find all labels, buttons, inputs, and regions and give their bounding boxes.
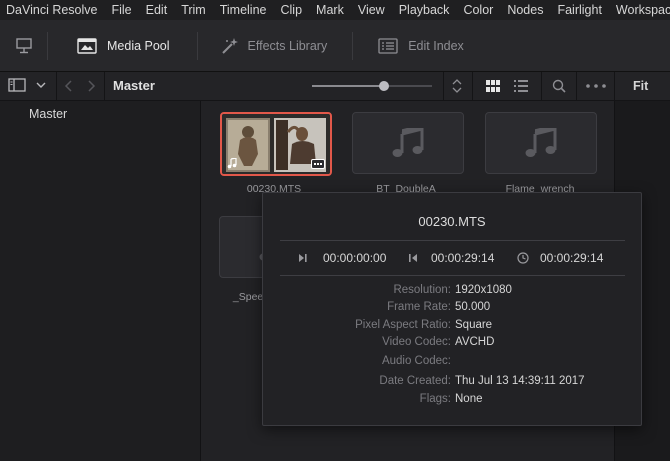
clip-thumbnail-audio[interactable] xyxy=(352,112,464,174)
meta-key: Resolution: xyxy=(393,284,451,296)
menu-davinci-resolve[interactable]: DaVinci Resolve xyxy=(0,3,104,17)
thumbnail-view-button[interactable] xyxy=(486,80,500,92)
list-view-icon xyxy=(514,80,528,92)
grid-view-icon xyxy=(486,80,500,92)
menu-clip[interactable]: Clip xyxy=(274,3,310,17)
header-divider xyxy=(472,72,473,100)
play-end-icon xyxy=(409,254,417,262)
bin-list-sidebar: Master xyxy=(0,101,201,461)
chevron-right-icon xyxy=(88,80,96,92)
menu-nodes[interactable]: Nodes xyxy=(500,3,550,17)
ellipsis-icon xyxy=(586,84,606,88)
viewer-fit-dropdown[interactable]: Fit xyxy=(633,72,648,100)
edit-index-button[interactable]: Edit Index xyxy=(353,20,464,71)
header-divider xyxy=(56,72,57,100)
meta-row-pixel-aspect: Pixel Aspect Ratio: Square xyxy=(263,319,641,336)
meta-key: Video Codec: xyxy=(382,336,451,348)
sort-button[interactable] xyxy=(450,78,464,94)
list-view-button[interactable] xyxy=(514,80,528,92)
search-icon xyxy=(552,79,566,93)
end-timecode-value: 00:00:29:14 xyxy=(431,251,495,265)
menu-playback[interactable]: Playback xyxy=(392,3,457,17)
menu-trim[interactable]: Trim xyxy=(174,3,213,17)
back-button[interactable] xyxy=(62,79,76,93)
music-note-icon xyxy=(525,128,557,157)
more-options-button[interactable] xyxy=(586,84,606,88)
header-divider xyxy=(576,72,577,100)
search-button[interactable] xyxy=(552,79,566,93)
meta-key: Pixel Aspect Ratio: xyxy=(355,319,451,331)
duration-timecode-value: 00:00:29:14 xyxy=(540,251,604,265)
media-pool-button[interactable]: Media Pool xyxy=(48,20,197,71)
media-pool-header: Master Fit xyxy=(0,72,670,101)
menu-mark[interactable]: Mark xyxy=(309,3,351,17)
menu-fairlight[interactable]: Fairlight xyxy=(550,3,608,17)
chevron-down-icon xyxy=(36,82,46,88)
media-pool-icon xyxy=(77,37,97,54)
divider xyxy=(280,275,625,276)
music-note-icon xyxy=(392,128,424,157)
effects-library-label: Effects Library xyxy=(247,38,328,53)
menu-color[interactable]: Color xyxy=(456,3,500,17)
menu-edit[interactable]: Edit xyxy=(139,3,175,17)
end-timecode: 00:00:29:14 xyxy=(408,251,494,265)
duration-timecode: 00:00:29:14 xyxy=(517,251,603,265)
workspace-toggle-button[interactable] xyxy=(0,20,47,71)
meta-key: Audio Codec: xyxy=(381,355,451,367)
menu-workspace[interactable]: Workspace xyxy=(609,3,670,17)
zoom-slider-handle[interactable] xyxy=(379,81,389,91)
start-timecode: 00:00:00:00 xyxy=(298,251,386,265)
meta-value: AVCHD xyxy=(455,336,495,348)
list-icon xyxy=(378,37,398,54)
meta-row-frame-rate: Frame Rate: 50.000 xyxy=(263,301,641,318)
meta-key: Date Created: xyxy=(379,375,451,387)
clock-icon xyxy=(517,252,529,264)
zoom-slider-fill xyxy=(312,85,384,87)
effects-library-button[interactable]: Effects Library xyxy=(198,20,353,71)
header-divider xyxy=(614,72,615,100)
sidebar-panel-icon xyxy=(8,78,26,92)
menu-view[interactable]: View xyxy=(351,3,392,17)
meta-key: Flags: xyxy=(419,393,451,405)
chevron-left-icon xyxy=(64,80,72,92)
edit-index-label: Edit Index xyxy=(408,38,464,53)
meta-row-audio-codec: Audio Codec: xyxy=(263,355,641,372)
audio-note-icon xyxy=(227,158,237,169)
header-divider xyxy=(541,72,542,100)
toolbar: Media Pool Effects Library Edit Index xyxy=(0,20,670,72)
meta-row-date-created: Date Created: Thu Jul 13 14:39:11 2017 xyxy=(263,375,641,392)
meta-row-resolution: Resolution: 1920x1080 xyxy=(263,284,641,301)
video-clip-icon xyxy=(311,159,325,169)
meta-value: 1920x1080 xyxy=(455,284,512,296)
clip-info-tooltip: 00230.MTS 00:00:00:00 00:00:29:14 00:00:… xyxy=(262,192,642,426)
magic-wand-icon xyxy=(221,37,238,54)
clip-thumbnail-audio[interactable] xyxy=(485,112,597,174)
clip-info-title: 00230.MTS xyxy=(418,214,486,229)
sort-icon xyxy=(452,79,462,93)
forward-button[interactable] xyxy=(84,79,98,93)
meta-row-flags: Flags: None xyxy=(263,393,641,410)
sidebar-item-master[interactable]: Master xyxy=(0,101,200,127)
meta-key: Frame Rate: xyxy=(387,301,451,313)
clip-thumbnail-video[interactable] xyxy=(220,112,332,176)
header-divider xyxy=(443,72,444,100)
media-pool-label: Media Pool xyxy=(107,38,170,53)
menu-bar: DaVinci Resolve File Edit Trim Timeline … xyxy=(0,0,670,20)
header-divider xyxy=(104,72,105,100)
divider xyxy=(280,240,625,241)
bin-list-toggle[interactable] xyxy=(8,78,47,92)
start-timecode-value: 00:00:00:00 xyxy=(323,251,387,265)
meta-value: Thu Jul 13 14:39:11 2017 xyxy=(455,375,585,387)
menu-timeline[interactable]: Timeline xyxy=(213,3,274,17)
menu-file[interactable]: File xyxy=(104,3,138,17)
zoom-slider[interactable] xyxy=(312,81,432,91)
meta-value: None xyxy=(455,393,483,405)
meta-value: 50.000 xyxy=(455,301,491,313)
meta-value: Square xyxy=(455,319,493,331)
bin-title: Master xyxy=(113,78,155,93)
monitor-icon xyxy=(15,37,32,53)
play-start-icon xyxy=(299,254,307,262)
meta-row-video-codec: Video Codec: AVCHD xyxy=(263,336,641,353)
